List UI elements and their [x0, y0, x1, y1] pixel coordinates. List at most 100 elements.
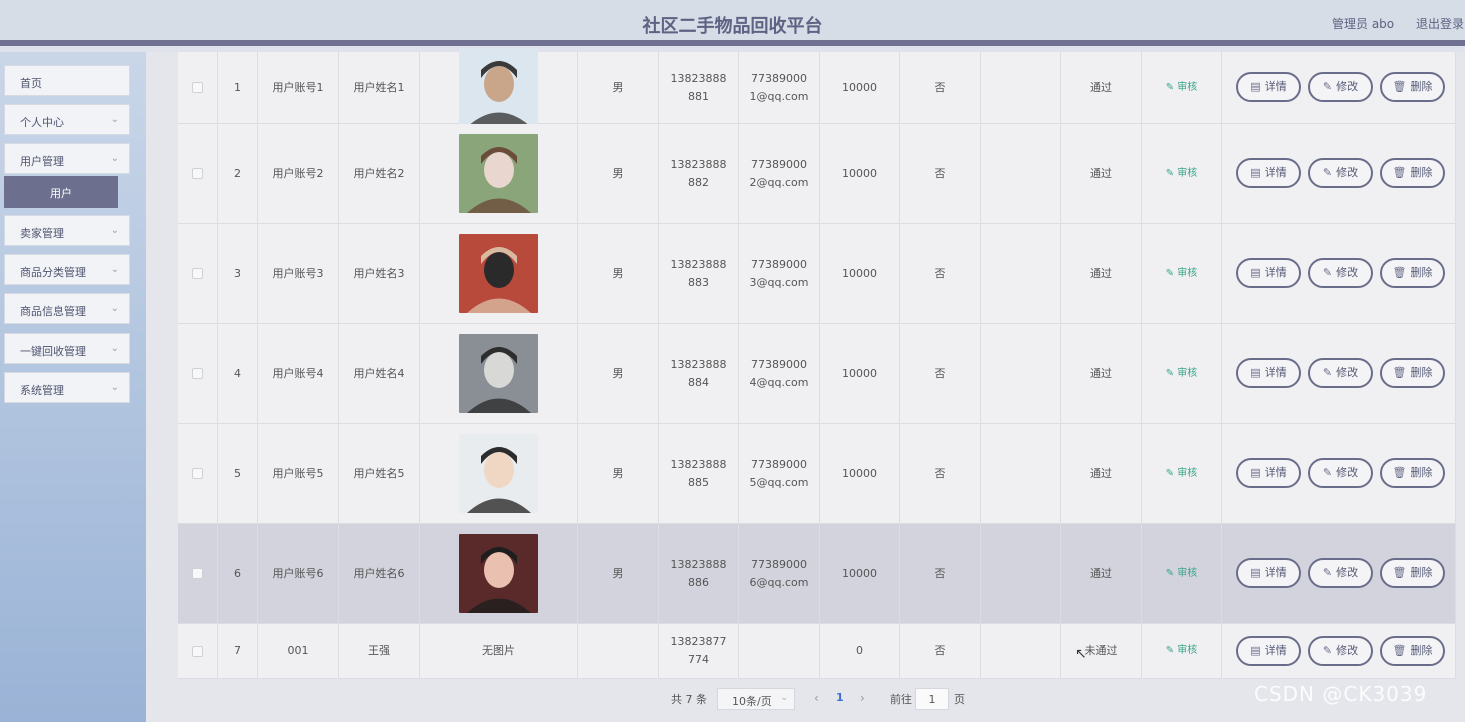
table-cell-index: 2 [218, 124, 258, 223]
edit-button[interactable]: ✎ 修改 [1308, 458, 1373, 488]
detail-icon: ▤ [1250, 566, 1261, 579]
table-cell-status: 通过 [1061, 424, 1142, 523]
audit-link[interactable]: ✎ 审核 [1166, 165, 1198, 183]
button-label: 修改 [1336, 166, 1359, 179]
cell-name: 用户姓名6 [353, 566, 405, 580]
table-cell-photo [420, 124, 578, 223]
detail-button[interactable]: ▤ 详情 [1236, 458, 1301, 488]
table-cell-phone: 13823888883 [659, 224, 739, 323]
button-label: 修改 [1336, 266, 1359, 279]
cell-name: 用户姓名4 [353, 366, 405, 380]
edit-button[interactable]: ✎ 修改 [1308, 72, 1373, 102]
table-cell-chk [178, 524, 218, 623]
cell-status: 通过 [1090, 166, 1112, 180]
button-label: 删除 [1410, 566, 1433, 579]
row-checkbox[interactable] [192, 645, 203, 657]
table-cell-gender [578, 624, 659, 678]
row-checkbox[interactable] [192, 368, 203, 379]
delete-button[interactable]: 🗑 删除 [1380, 458, 1445, 488]
table-cell-photo: 无图片 [420, 624, 578, 678]
delete-button[interactable]: 🗑 删除 [1380, 635, 1445, 666]
edit-icon: ✎ [1165, 645, 1178, 656]
audit-link[interactable]: ✎ 审核 [1166, 642, 1198, 660]
edit-icon: ✎ [1322, 643, 1333, 657]
cell-flag: 否 [934, 266, 946, 280]
sidebar-item-seller-management[interactable]: 卖家管理 ⌄ [4, 215, 130, 246]
logout-link[interactable]: 退出登录 [1416, 15, 1464, 32]
table-cell-email [739, 624, 820, 678]
detail-button[interactable]: ▤ 详情 [1236, 358, 1301, 388]
next-page-button[interactable]: › [860, 691, 865, 705]
sidebar-item-personal-center[interactable]: 个人中心 ⌄ [4, 104, 130, 135]
prev-page-button[interactable]: ‹ [814, 691, 819, 705]
audit-link[interactable]: ✎ 审核 [1166, 565, 1198, 583]
cell-status: 通过 [1090, 566, 1112, 580]
table-row: 2 用户账号2 用户姓名2 男 13823888882 773890002@qq.com 1… [178, 124, 1456, 224]
page-size-select[interactable]: 10条/页 ⌄ [717, 688, 795, 710]
row-checkbox[interactable] [192, 568, 203, 579]
table-cell-audit: ✎ 审核 [1142, 324, 1222, 423]
sidebar-item-system-management[interactable]: 系统管理 ⌄ [4, 372, 130, 403]
audit-label: 审核 [1177, 467, 1198, 479]
sidebar-item-home[interactable]: 首页 [4, 65, 130, 96]
button-label: 修改 [1336, 643, 1359, 657]
edit-button[interactable]: ✎ 修改 [1308, 158, 1373, 188]
table-cell-audit: ✎ 审核 [1142, 52, 1222, 123]
edit-icon: ✎ [1165, 267, 1178, 279]
edit-button[interactable]: ✎ 修改 [1308, 258, 1373, 288]
row-checkbox[interactable] [192, 82, 203, 93]
audit-link[interactable]: ✎ 审核 [1166, 79, 1198, 97]
sidebar-item-recycle-management[interactable]: 一键回收管理 ⌄ [4, 333, 130, 364]
table-cell-audit: ✎ 审核 [1142, 224, 1222, 323]
detail-icon: ▤ [1250, 643, 1261, 657]
table-cell-flag: 否 [900, 424, 981, 523]
table-cell-name: 用户姓名5 [339, 424, 420, 523]
button-label: 删除 [1410, 366, 1433, 379]
top-header: 社区二手物品回收平台 管理员 abo 退出登录 [0, 0, 1465, 46]
cell-status: 未通过 [1084, 644, 1118, 657]
sidebar-item-product-info-management[interactable]: 商品信息管理 ⌄ [4, 293, 130, 324]
detail-button[interactable]: ▤ 详情 [1236, 558, 1301, 588]
edit-button[interactable]: ✎ 修改 [1308, 558, 1373, 588]
phone-text: 13823888884 [670, 357, 727, 389]
table-cell-gender: 男 [578, 424, 659, 523]
row-checkbox[interactable] [192, 168, 203, 179]
table-cell-chk [178, 52, 218, 123]
button-label: 详情 [1264, 266, 1287, 279]
detail-icon: ▤ [1250, 80, 1261, 93]
table-cell-photo [420, 324, 578, 423]
edit-icon: ✎ [1322, 166, 1333, 179]
table-cell-actions: ▤ 详情 ✎ 修改 🗑 删除 [1222, 624, 1456, 678]
audit-link[interactable]: ✎ 审核 [1166, 365, 1198, 383]
table-row: 6 用户账号6 用户姓名6 男 13823888886 773890006@qq.com 1… [178, 524, 1456, 624]
table-cell-phone: 13823888886 [659, 524, 739, 623]
table-cell-name: 用户姓名6 [339, 524, 420, 623]
audit-link[interactable]: ✎ 审核 [1166, 265, 1198, 283]
delete-button[interactable]: 🗑 删除 [1380, 158, 1445, 188]
delete-button[interactable]: 🗑 删除 [1380, 258, 1445, 288]
page-number-current[interactable]: 1 [836, 691, 844, 704]
button-label: 修改 [1336, 80, 1359, 93]
detail-button[interactable]: ▤ 详情 [1236, 158, 1301, 188]
table-cell-actions: ▤ 详情 ✎ 修改 🗑 删除 [1222, 324, 1456, 423]
row-checkbox[interactable] [192, 468, 203, 479]
row-checkbox[interactable] [192, 268, 203, 279]
table-cell-actions: ▤ 详情 ✎ 修改 🗑 删除 [1222, 52, 1456, 123]
sidebar-subitem-users[interactable]: 用户 [4, 176, 118, 208]
delete-button[interactable]: 🗑 删除 [1380, 558, 1445, 588]
delete-button[interactable]: 🗑 删除 [1380, 72, 1445, 102]
table-cell-chk [178, 224, 218, 323]
edit-button[interactable]: ✎ 修改 [1308, 358, 1373, 388]
sidebar-item-category-management[interactable]: 商品分类管理 ⌄ [4, 254, 130, 285]
table-cell-photo [420, 48, 578, 127]
detail-button[interactable]: ▤ 详情 [1236, 72, 1301, 102]
detail-button[interactable]: ▤ 详情 [1236, 258, 1301, 288]
sidebar-item-user-management[interactable]: 用户管理 ⌄ [4, 143, 130, 174]
edit-button[interactable]: ✎ 修改 [1308, 635, 1373, 666]
delete-button[interactable]: 🗑 删除 [1380, 358, 1445, 388]
table-cell-phone: 13823888884 [659, 324, 739, 423]
audit-link[interactable]: ✎ 审核 [1166, 465, 1198, 483]
detail-button[interactable]: ▤ 详情 [1236, 635, 1301, 666]
table-cell-phone: 13823888881 [659, 52, 739, 123]
goto-page-input[interactable]: 1 [915, 688, 949, 710]
